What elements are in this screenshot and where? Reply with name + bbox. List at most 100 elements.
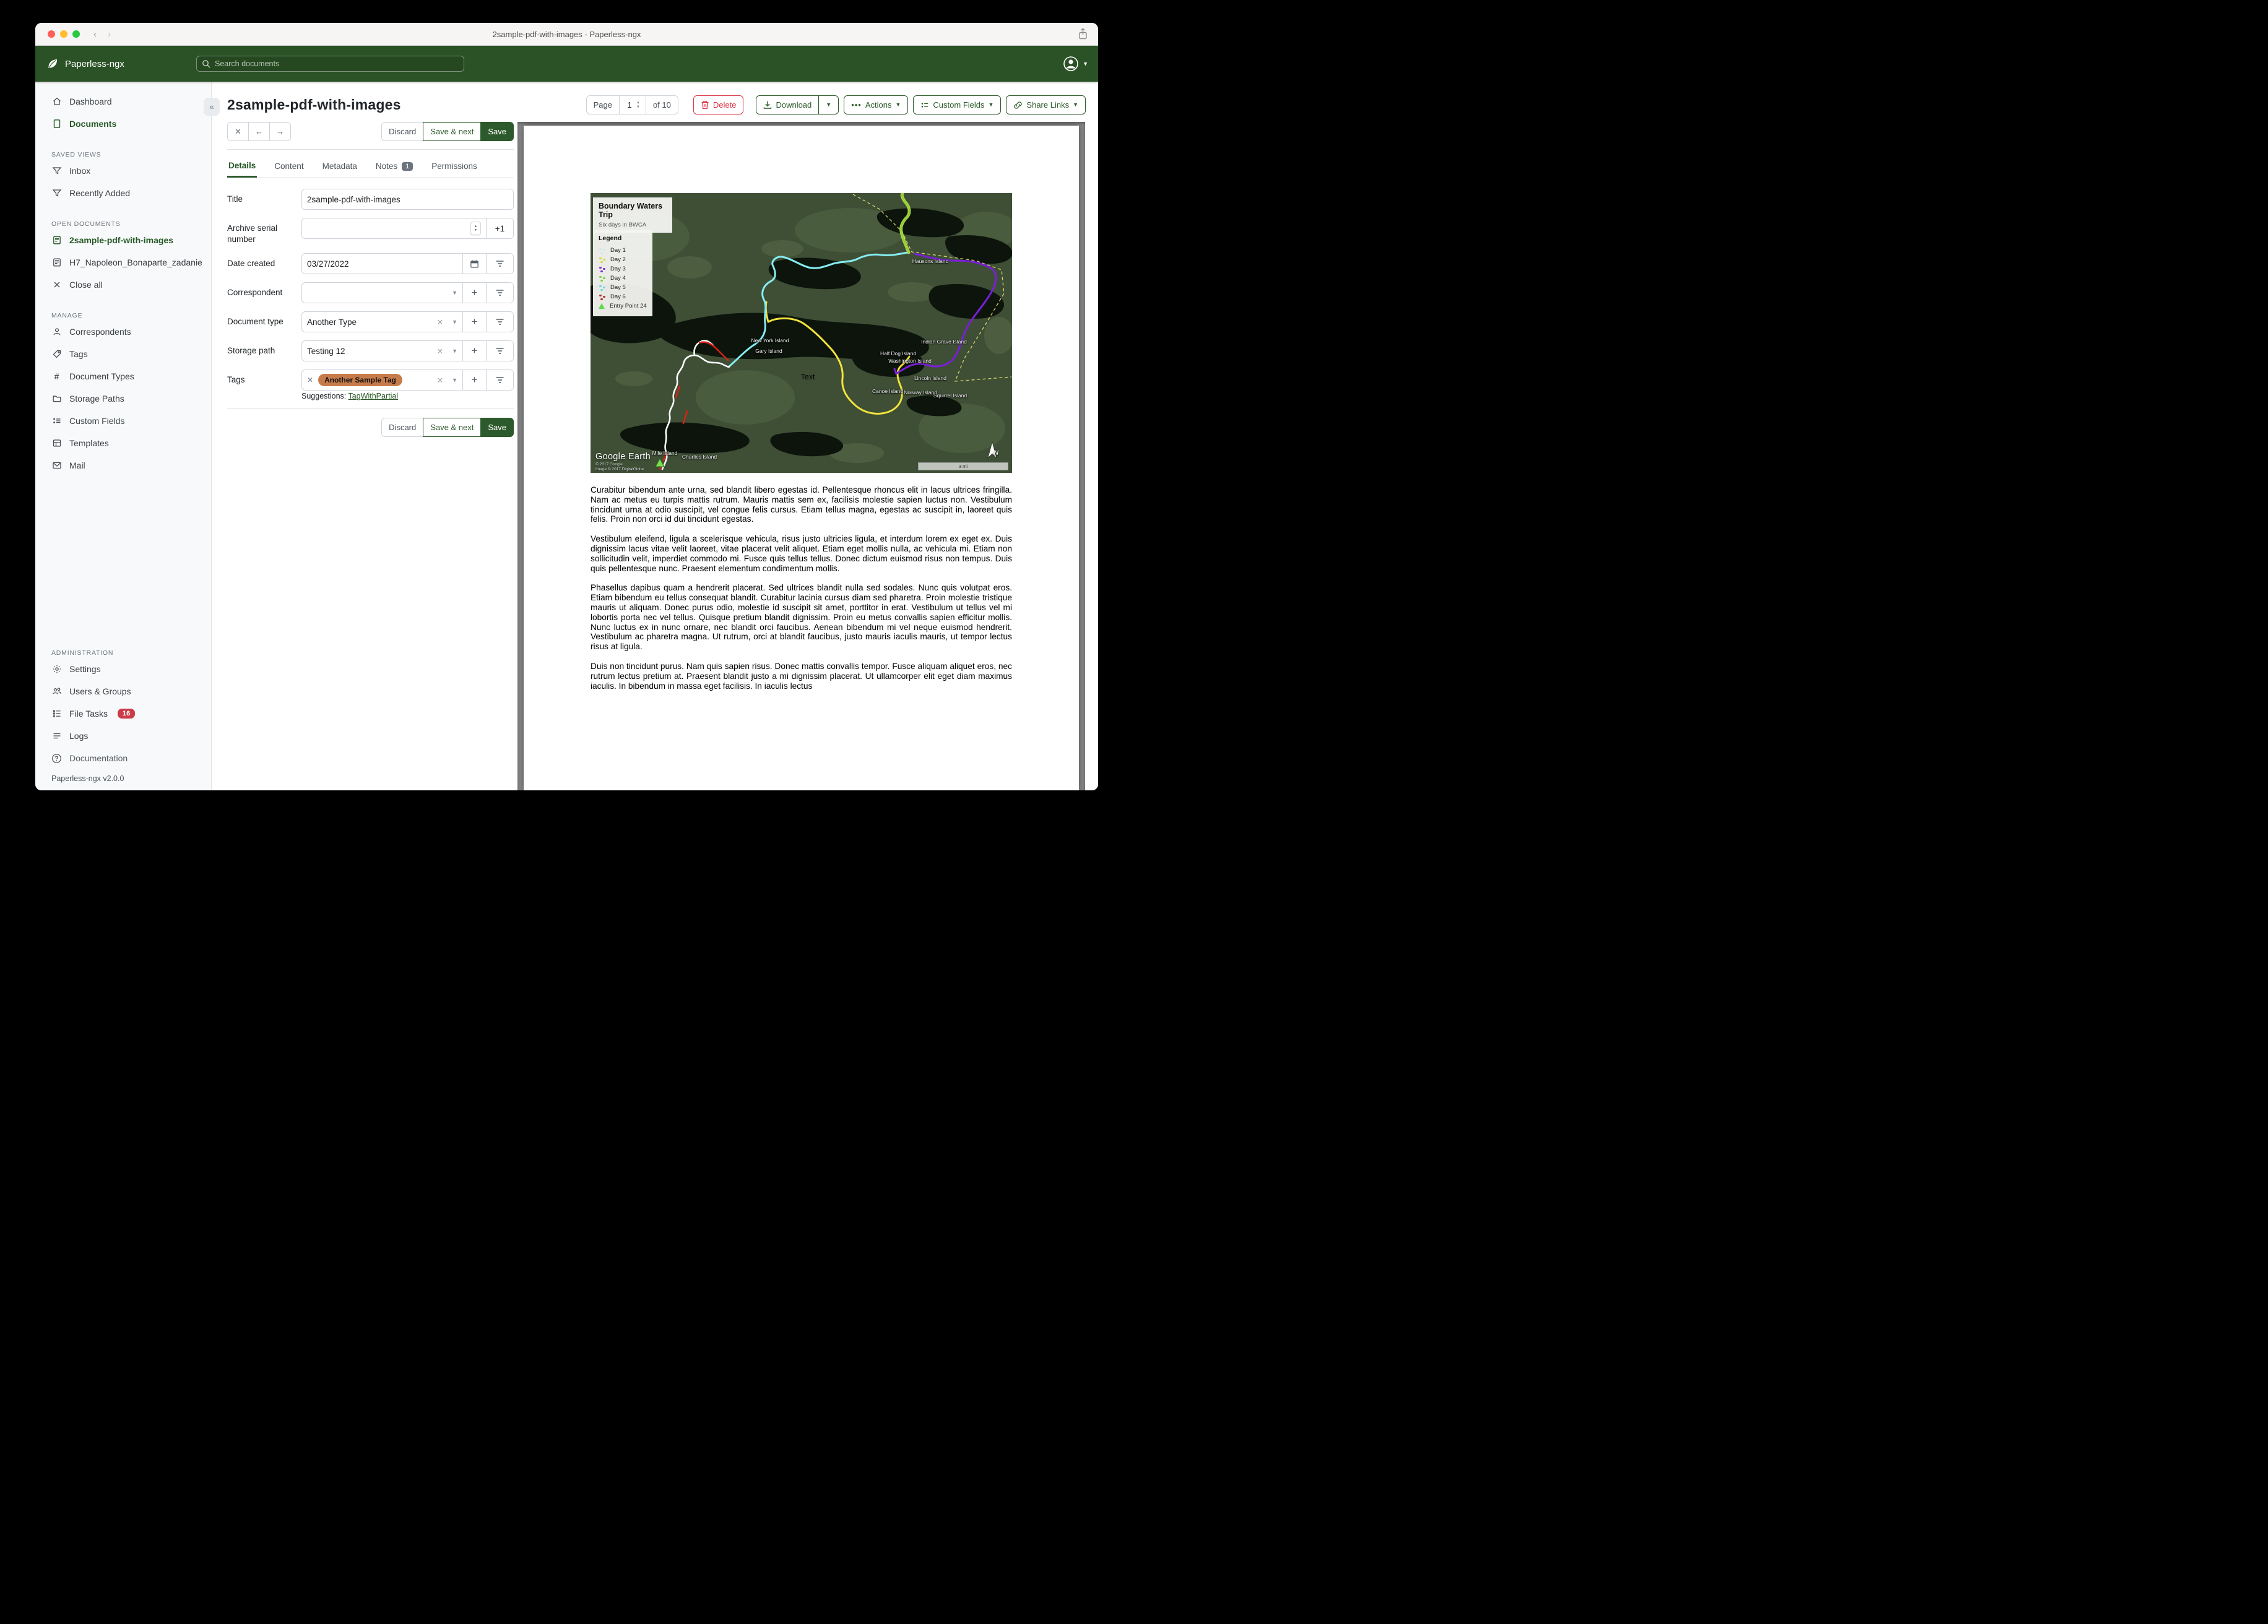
custom-fields-button[interactable]: Custom Fields ▼ <box>913 95 1002 114</box>
sidebar-item-mail[interactable]: Mail <box>35 454 211 477</box>
user-menu-caret-icon[interactable]: ▼ <box>1083 61 1088 67</box>
sidebar-item-open-doc-1[interactable]: 2sample-pdf-with-images <box>35 229 211 251</box>
tag-chip[interactable]: Another Sample Tag <box>318 374 402 387</box>
correspondent-filter-button[interactable] <box>486 283 513 303</box>
page-navigator: Page ▲▼ of 10 <box>586 95 678 114</box>
sidebar-item-settings[interactable]: Settings <box>35 658 211 680</box>
sidebar-item-storage-paths[interactable]: Storage Paths <box>35 387 211 410</box>
discard-button[interactable]: Discard <box>381 122 424 141</box>
close-window-button[interactable] <box>48 30 55 38</box>
sidebar-item-close-all[interactable]: Close all <box>35 274 211 296</box>
chevron-down-icon[interactable]: ▼ <box>452 348 457 354</box>
sidebar-item-recently-added[interactable]: Recently Added <box>35 182 211 204</box>
tab-notes[interactable]: Notes 1 <box>374 157 414 177</box>
sidebar-item-inbox[interactable]: Inbox <box>35 160 211 182</box>
clear-icon[interactable]: ✕ <box>437 317 443 327</box>
sidebar-item-file-tasks[interactable]: File Tasks 16 <box>35 702 211 725</box>
minimize-window-button[interactable] <box>60 30 67 38</box>
suggestion-link[interactable]: TagWithPartial <box>348 392 399 400</box>
add-tag-button[interactable]: + <box>462 370 486 391</box>
filter-lines-icon <box>496 290 504 296</box>
tab-permissions[interactable]: Permissions <box>430 157 478 177</box>
share-icon[interactable] <box>1078 28 1088 40</box>
sidebar-item-document-types[interactable]: # Document Types <box>35 365 211 387</box>
page-count-label: of 10 <box>645 95 678 114</box>
sidebar-item-tags[interactable]: Tags <box>35 343 211 365</box>
sidebar-item-templates[interactable]: Templates <box>35 432 211 454</box>
tab-metadata[interactable]: Metadata <box>321 157 358 177</box>
user-avatar-icon[interactable] <box>1063 56 1079 72</box>
brand[interactable]: Paperless-ngx <box>46 57 194 71</box>
close-document-button[interactable]: ✕ <box>227 122 249 141</box>
delete-button[interactable]: Delete <box>693 95 744 114</box>
chevron-down-icon[interactable]: ▼ <box>452 290 457 296</box>
content-area: « 2sample-pdf-with-images Page ▲▼ of 10 <box>204 82 1098 790</box>
tab-details[interactable]: Details <box>227 157 258 178</box>
download-icon <box>764 101 772 109</box>
sidebar-collapse-button[interactable]: « <box>204 98 220 116</box>
viewer-scrollbar[interactable] <box>1085 122 1098 790</box>
date-created-input[interactable] <box>302 254 462 274</box>
page-number-input[interactable] <box>625 100 634 110</box>
clear-icon[interactable]: ✕ <box>437 376 443 385</box>
document-type-filter-button[interactable] <box>486 312 513 332</box>
google-earth-watermark: Google Earth <box>595 452 651 462</box>
pdf-viewer-canvas[interactable]: Boundary Waters Trip Six days in BWCA Le… <box>517 122 1085 790</box>
previous-document-button[interactable]: ← <box>248 122 270 141</box>
save-next-button[interactable]: Save & next <box>423 122 482 141</box>
sidebar-item-logs[interactable]: Logs <box>35 725 211 747</box>
field-label: Correspondent <box>227 288 283 298</box>
asn-stepper-icon[interactable]: ▲ ▼ <box>470 222 481 235</box>
chevron-down-icon[interactable]: ▼ <box>452 319 457 325</box>
search-input[interactable] <box>215 59 459 68</box>
storage-path-select[interactable]: Testing 12 ✕ ▼ <box>302 341 462 361</box>
tags-filter-button[interactable] <box>486 370 513 391</box>
save-button-bottom[interactable]: Save <box>480 418 514 438</box>
document-header-row: 2sample-pdf-with-images Page ▲▼ of 10 <box>227 95 1098 114</box>
sidebar-item-label: Templates <box>69 438 109 448</box>
discard-button-bottom[interactable]: Discard <box>381 418 424 438</box>
tags-select[interactable]: ✕ Another Sample Tag ✕ ▼ <box>302 370 462 390</box>
checklist-icon <box>51 709 62 719</box>
sidebar-item-label: Users & Groups <box>69 686 131 696</box>
save-next-button-bottom[interactable]: Save & next <box>423 418 482 438</box>
remove-tag-icon[interactable]: ✕ <box>307 376 313 384</box>
chevron-down-icon[interactable]: ▼ <box>452 377 457 383</box>
page-number-stepper[interactable]: ▲▼ <box>618 95 646 114</box>
add-document-type-button[interactable]: + <box>462 312 486 332</box>
title-input[interactable] <box>302 189 513 209</box>
template-icon <box>51 438 62 449</box>
sidebar-section-saved-views: SAVED VIEWS <box>51 151 102 158</box>
share-links-button[interactable]: Share Links ▼ <box>1006 95 1086 114</box>
actions-button[interactable]: ••• Actions ▼ <box>844 95 909 114</box>
sidebar-item-documentation[interactable]: Documentation <box>35 747 211 769</box>
add-storage-path-button[interactable]: + <box>462 341 486 361</box>
correspondent-select[interactable]: ▼ <box>302 283 462 303</box>
save-button[interactable]: Save <box>480 122 514 141</box>
calendar-button[interactable] <box>462 254 486 274</box>
storage-path-filter-button[interactable] <box>486 341 513 361</box>
asn-input[interactable] <box>307 223 467 233</box>
back-icon[interactable]: ‹ <box>93 29 97 40</box>
asn-plus-one-button[interactable]: +1 <box>486 218 513 238</box>
date-filter-button[interactable] <box>486 254 513 274</box>
sidebar-item-documents[interactable]: Documents <box>35 113 211 135</box>
sidebar-item-correspondents[interactable]: Correspondents <box>35 321 211 343</box>
legend-item: Day 6 <box>599 292 647 301</box>
sidebar-item-dashboard[interactable]: Dashboard <box>35 90 211 113</box>
download-button[interactable]: Download <box>756 95 820 114</box>
download-menu-button[interactable]: ▼ <box>818 95 839 114</box>
zoom-window-button[interactable] <box>72 30 80 38</box>
next-document-button[interactable]: → <box>269 122 291 141</box>
document-type-select[interactable]: Another Type ✕ ▼ <box>302 312 462 332</box>
sidebar-item-custom-fields[interactable]: Custom Fields <box>35 410 211 432</box>
stepper-arrows-icon[interactable]: ▲ ▼ <box>636 101 640 109</box>
sidebar-item-users-groups[interactable]: Users & Groups <box>35 680 211 702</box>
forward-icon[interactable]: › <box>108 29 111 40</box>
tab-content[interactable]: Content <box>273 157 305 177</box>
sidebar-item-open-doc-2[interactable]: H7_Napoleon_Bonaparte_zadanie <box>35 251 211 274</box>
add-correspondent-button[interactable]: + <box>462 283 486 303</box>
island-label: Canoe Island <box>872 388 904 394</box>
clear-icon[interactable]: ✕ <box>437 347 443 356</box>
legend-item: Day 5 <box>599 283 647 292</box>
